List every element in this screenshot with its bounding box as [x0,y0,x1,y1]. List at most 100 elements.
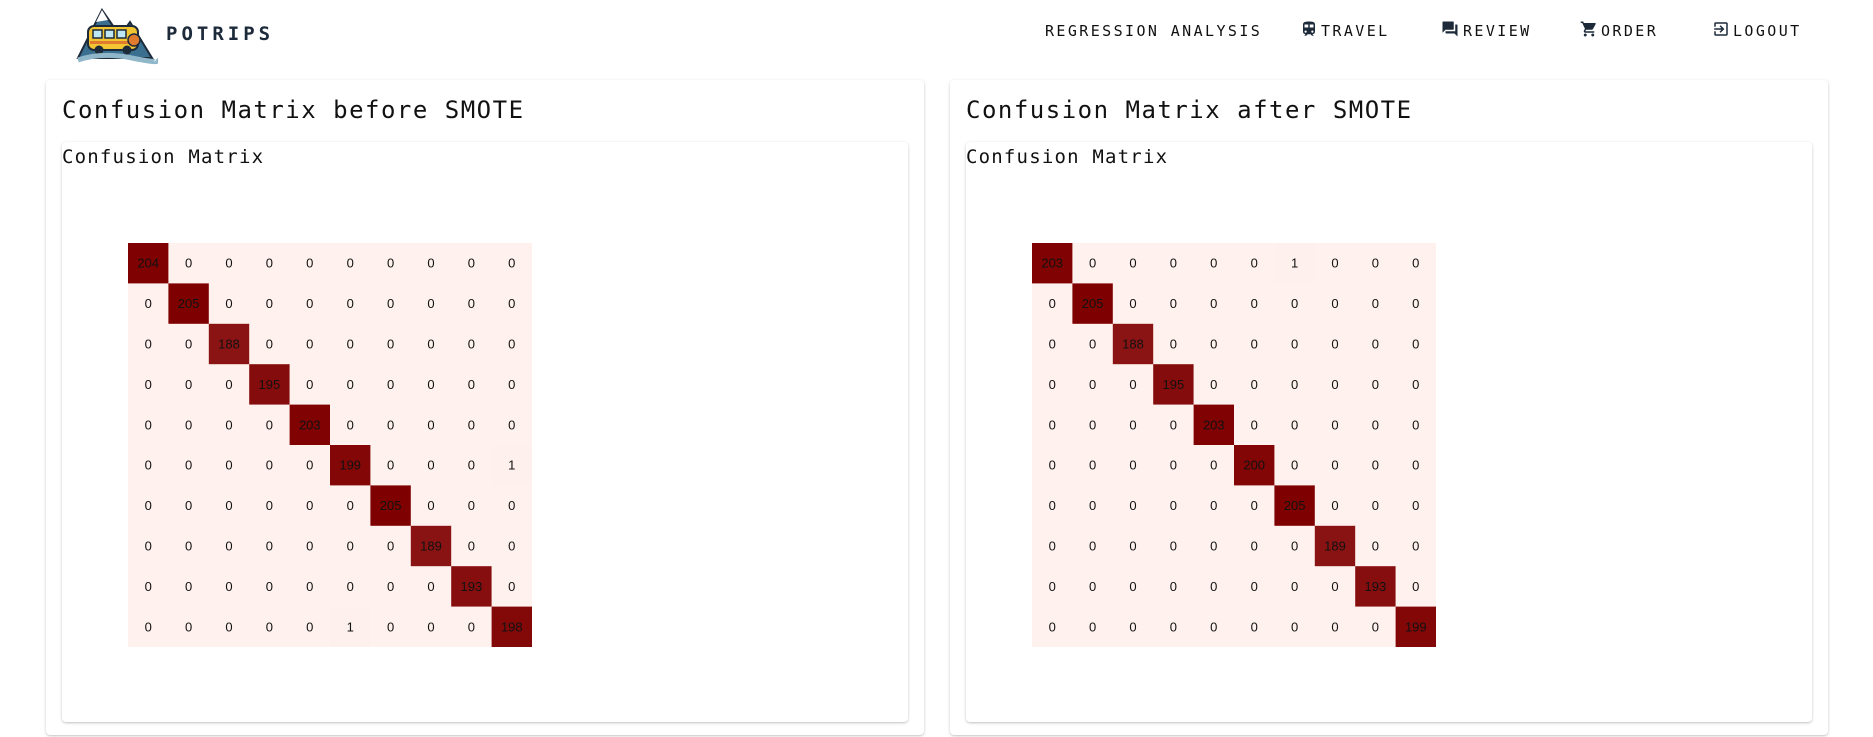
card-before-smote: Confusion Matrix before SMOTE Confusion … [46,80,924,735]
heatmap-cell-label: 0 [1210,337,1217,352]
heatmap-cell-label: 0 [1372,417,1379,432]
heatmap-cell-label: 0 [387,458,394,473]
heatmap-cell-label: 0 [1170,337,1177,352]
heatmap-cell-label: 188 [1122,337,1144,352]
nav-label-logout: LOGOUT [1733,22,1802,40]
heatmap-cell-label: 0 [468,498,475,513]
heatmap-cell-label: 0 [1129,296,1136,311]
heatmap-cell-label: 203 [1203,417,1225,432]
heatmap-cell-label: 0 [427,619,434,634]
heatmap-cell-label: 0 [1331,296,1338,311]
heatmap-cell-label: 0 [225,256,232,271]
heatmap-cell-label: 0 [468,256,475,271]
heatmap-cell-label: 0 [1210,539,1217,554]
heatmap-cell-label: 0 [468,296,475,311]
chart-title: Confusion Matrix [62,146,265,168]
heatmap-cell-label: 0 [266,579,273,594]
nav-review[interactable]: REVIEW [1440,20,1532,42]
heatmap-cell-label: 0 [1089,619,1096,634]
heatmap-cell-label: 0 [306,579,313,594]
heatmap-cell-label: 0 [347,539,354,554]
heatmap-cell-label: 0 [1331,619,1338,634]
heatmap-cell-label: 0 [508,337,515,352]
heatmap-cell-label: 0 [387,256,394,271]
heatmap-cell-label: 0 [185,337,192,352]
heatmap-cell-label: 1 [1291,256,1298,271]
heatmap-cell-label: 0 [145,498,152,513]
heatmap-cell-label: 0 [508,539,515,554]
heatmap-cell-label: 0 [266,256,273,271]
heatmap-cell-label: 0 [1372,377,1379,392]
heatmap-cell-label: 0 [1372,458,1379,473]
nav-logout[interactable]: LOGOUT [1712,20,1802,42]
heatmap-cell-label: 0 [1049,417,1056,432]
heatmap-cell-label: 0 [266,337,273,352]
heatmap-cell-label: 0 [1129,458,1136,473]
heatmap-cell-label: 0 [1331,256,1338,271]
heatmap-cell-label: 0 [1331,579,1338,594]
heatmap-cell-label: 0 [1129,539,1136,554]
heatmap-cell-label: 0 [1372,296,1379,311]
heatmap-cell-label: 0 [185,458,192,473]
heatmap-cell-label: 0 [1291,539,1298,554]
chart-panel: Confusion Matrix 204 0 0 0 0 0 0 0 0 0 0 205 0 0 0 0 0 0 0… [62,142,908,722]
heatmap-cell-label: 0 [145,337,152,352]
heatmap-cell-label: 0 [1170,619,1177,634]
nav-order[interactable]: ORDER [1580,20,1658,42]
heatmap-cell-label: 0 [1331,498,1338,513]
heatmap-cell-label: 0 [1210,619,1217,634]
heatmap-cell-label: 0 [1251,337,1258,352]
heatmap-cell-label: 0 [1251,256,1258,271]
heatmap-cell-label: 198 [501,619,523,634]
heatmap-cell-label: 0 [1089,498,1096,513]
nav-regression-analysis[interactable]: REGRESSION ANALYSIS [1045,20,1262,42]
heatmap-cell-label: 0 [347,296,354,311]
nav-label-review: REVIEW [1463,22,1532,40]
heatmap-cell-label: 0 [347,417,354,432]
heatmap-cell-label: 0 [266,296,273,311]
chat-icon [1440,20,1463,42]
heatmap-cell-label: 0 [1331,458,1338,473]
heatmap-cell-label: 0 [1089,256,1096,271]
brand[interactable]: POTRIPS [72,2,274,66]
heatmap-cell-label: 0 [1372,619,1379,634]
heatmap-cell-label: 0 [1129,579,1136,594]
heatmap-cell-label: 0 [347,256,354,271]
heatmap-cell-label: 0 [266,458,273,473]
heatmap-cell-label: 0 [225,458,232,473]
heatmap-cell-label: 193 [461,579,483,594]
heatmap-cell-label: 0 [306,337,313,352]
heatmap-cell-label: 0 [1089,539,1096,554]
heatmap-cell-label: 0 [1291,377,1298,392]
heatmap-cell-label: 0 [1331,417,1338,432]
heatmap-cell-label: 0 [1251,296,1258,311]
heatmap-cell-label: 0 [145,458,152,473]
heatmap-cell-label: 203 [1041,256,1063,271]
heatmap-cell-label: 0 [508,256,515,271]
heatmap-cell-label: 0 [1170,417,1177,432]
heatmap-cell-label: 0 [1049,498,1056,513]
heatmap-cell-label: 0 [1291,579,1298,594]
heatmap-cell-label: 0 [1049,579,1056,594]
heatmap-cell-label: 0 [145,296,152,311]
chart-title: Confusion Matrix [966,146,1169,168]
nav-travel[interactable]: TRAVEL [1300,20,1390,42]
card-title: Confusion Matrix after SMOTE [966,96,1413,124]
heatmap-cell-label: 0 [1291,337,1298,352]
card-title: Confusion Matrix before SMOTE [62,96,525,124]
heatmap-cell-label: 0 [468,539,475,554]
heatmap-cell-label: 0 [427,417,434,432]
heatmap-cell-label: 0 [1210,377,1217,392]
heatmap-cell-label: 0 [266,619,273,634]
heatmap-cell-label: 0 [185,417,192,432]
heatmap-cell-label: 0 [185,579,192,594]
heatmap-cell-label: 0 [1412,256,1419,271]
heatmap-cell-label: 195 [1163,377,1185,392]
heatmap-cell-label: 0 [1170,539,1177,554]
heatmap-cell-label: 0 [347,337,354,352]
heatmap-cell-label: 0 [427,377,434,392]
heatmap-cell-label: 200 [1243,458,1265,473]
heatmap-cell-label: 0 [266,498,273,513]
heatmap-cell-label: 205 [380,498,402,513]
heatmap-cell-label: 0 [306,539,313,554]
